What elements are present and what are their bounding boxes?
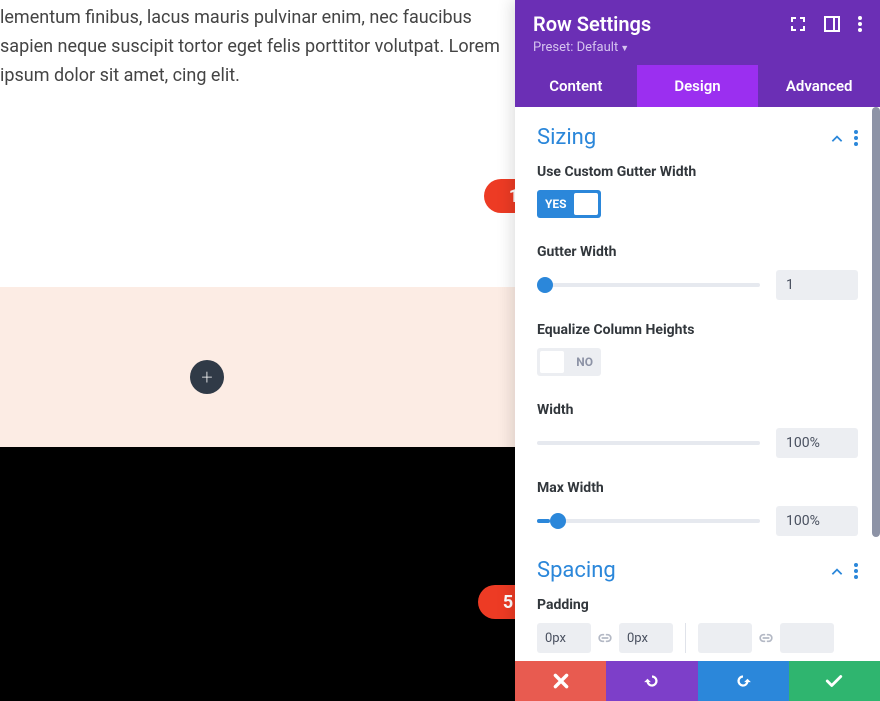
- toggle-knob: [574, 193, 598, 215]
- padding-row: [537, 623, 858, 653]
- equalize-toggle[interactable]: NO: [537, 348, 601, 376]
- padding-right-input[interactable]: [780, 623, 834, 653]
- slider-thumb[interactable]: [537, 277, 553, 293]
- scrollbar[interactable]: [872, 107, 880, 537]
- equalize-label: Equalize Column Heights: [537, 322, 858, 338]
- caret-down-icon: ▼: [620, 44, 629, 54]
- padding-top-input[interactable]: [537, 623, 591, 653]
- max-width-input[interactable]: [776, 506, 858, 536]
- divider: [685, 623, 686, 653]
- tab-advanced[interactable]: Advanced: [758, 65, 880, 107]
- lorem-text: lementum finibus, lacus mauris pulvinar …: [0, 0, 515, 90]
- chevron-up-icon[interactable]: [830, 564, 844, 578]
- spacing-title: Spacing: [537, 558, 616, 583]
- padding-label: Padding: [537, 597, 858, 613]
- slider-thumb[interactable]: [550, 513, 566, 529]
- max-width-slider[interactable]: [537, 519, 760, 523]
- sizing-title: Sizing: [537, 125, 596, 150]
- panel-header: Row Settings Preset: Default▼: [515, 0, 880, 65]
- spacing-options-icon[interactable]: [854, 563, 858, 579]
- add-module-button[interactable]: +: [190, 360, 224, 394]
- width-slider[interactable]: [537, 441, 760, 445]
- padding-left-input[interactable]: [698, 623, 752, 653]
- newsletter-heading: wsletter: [0, 580, 203, 651]
- sizing-options-icon[interactable]: [854, 130, 858, 146]
- tab-content[interactable]: Content: [515, 65, 637, 107]
- black-section: [0, 447, 515, 701]
- panel-title: Row Settings: [533, 12, 651, 36]
- redo-button[interactable]: [698, 661, 789, 701]
- toggle-yes-label: YES: [545, 197, 567, 211]
- discard-button[interactable]: [515, 661, 606, 701]
- more-menu-icon[interactable]: [858, 16, 862, 32]
- width-label: Width: [537, 402, 858, 418]
- link-icon[interactable]: [756, 628, 776, 648]
- chevron-up-icon[interactable]: [830, 131, 844, 145]
- padding-bottom-input[interactable]: [619, 623, 673, 653]
- gutter-width-label: Gutter Width: [537, 244, 858, 260]
- preset-dropdown[interactable]: Preset: Default▼: [533, 40, 862, 55]
- peach-section: [0, 287, 515, 447]
- preset-label: Preset: Default: [533, 40, 618, 55]
- custom-gutter-label: Use Custom Gutter Width: [537, 164, 858, 180]
- settings-panel: Row Settings Preset: Default▼ Content De…: [515, 0, 880, 701]
- tab-design[interactable]: Design: [637, 65, 759, 107]
- toggle-no-label: NO: [576, 355, 593, 369]
- gutter-width-slider[interactable]: [537, 283, 760, 287]
- toggle-knob: [540, 351, 564, 373]
- panel-tabs: Content Design Advanced: [515, 65, 880, 107]
- save-button[interactable]: [789, 661, 880, 701]
- custom-gutter-toggle[interactable]: YES: [537, 190, 601, 218]
- panel-body: Sizing Use Custom Gutter Width YES Gutte…: [515, 107, 880, 661]
- spacing-section-header[interactable]: Spacing: [537, 558, 858, 583]
- expand-icon[interactable]: [790, 16, 806, 32]
- gutter-width-input[interactable]: [776, 270, 858, 300]
- max-width-label: Max Width: [537, 480, 858, 496]
- undo-button[interactable]: [606, 661, 697, 701]
- width-input[interactable]: [776, 428, 858, 458]
- sizing-section-header[interactable]: Sizing: [537, 125, 858, 150]
- link-icon[interactable]: [595, 628, 615, 648]
- panel-footer: [515, 661, 880, 701]
- canvas-background: lementum finibus, lacus mauris pulvinar …: [0, 0, 515, 701]
- responsive-icon[interactable]: [824, 16, 840, 32]
